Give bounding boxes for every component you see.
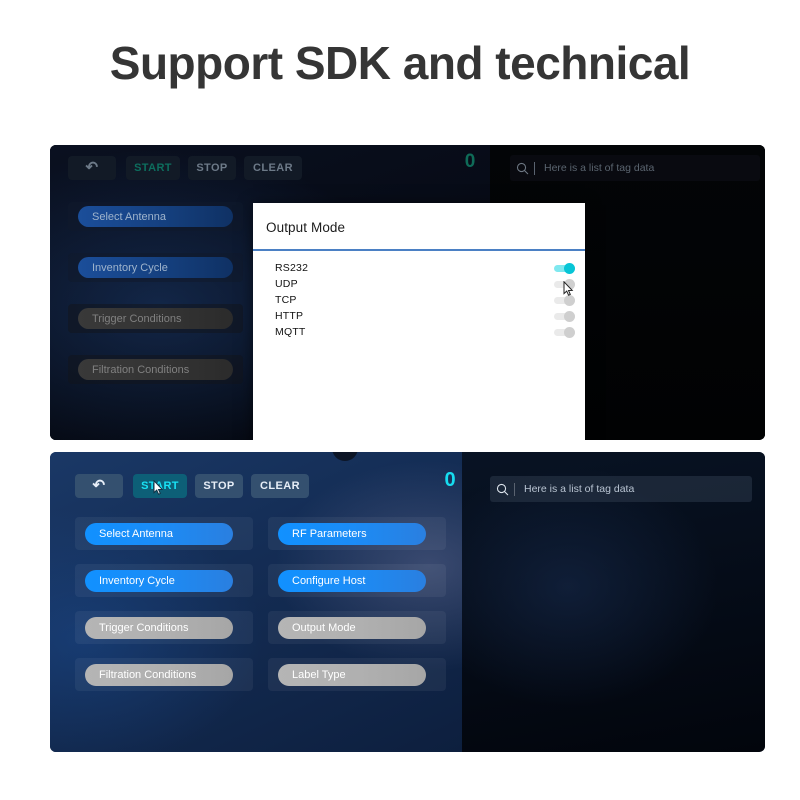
- menu-row: Label Type: [268, 658, 446, 691]
- menu-row: Trigger Conditions: [68, 304, 243, 333]
- tag-counter: 0: [444, 469, 456, 491]
- sidebar-item-label-type[interactable]: Label Type: [278, 664, 426, 686]
- menu-row: Inventory Cycle: [68, 253, 243, 282]
- clear-button[interactable]: CLEAR: [251, 474, 309, 498]
- toggle-udp[interactable]: [554, 278, 575, 290]
- menu-row: Output Mode: [268, 611, 446, 644]
- start-button[interactable]: START: [126, 156, 180, 180]
- output-mode-dialog: Output Mode RS232 UDP TCP HTTP MQTT: [253, 203, 585, 440]
- search-icon: [490, 483, 514, 496]
- menu-row: RF Parameters: [268, 517, 446, 550]
- option-label: HTTP: [275, 310, 304, 322]
- tag-search-bar[interactable]: Here is a list of tag data: [510, 155, 760, 181]
- option-label: MQTT: [275, 326, 306, 338]
- sidebar-item-trigger-conditions[interactable]: Trigger Conditions: [85, 617, 233, 639]
- tag-counter: 0: [464, 151, 476, 172]
- toggle-knob: [564, 310, 575, 322]
- back-arrow-icon: ↶: [92, 476, 106, 494]
- sidebar-item-select-antenna[interactable]: Select Antenna: [78, 206, 233, 227]
- toggle-knob: [564, 262, 575, 274]
- list-item[interactable]: RS232: [253, 260, 585, 276]
- toggle-knob: [564, 294, 575, 306]
- screenshot-root: Support SDK and technical ↶ START STOP C…: [0, 0, 800, 800]
- top-screenshot-panel: ↶ START STOP CLEAR 0 Here is a list of t…: [50, 145, 765, 440]
- toggle-http[interactable]: [554, 310, 575, 322]
- output-mode-option-list: RS232 UDP TCP HTTP MQTT: [253, 260, 585, 340]
- back-button[interactable]: ↶: [68, 156, 116, 180]
- back-arrow-icon: ↶: [85, 158, 99, 176]
- list-item[interactable]: UDP: [253, 276, 585, 292]
- toggle-mqtt[interactable]: [554, 326, 575, 338]
- clear-button[interactable]: CLEAR: [244, 156, 302, 180]
- menu-row: Trigger Conditions: [75, 611, 253, 644]
- dialog-title: Output Mode: [266, 220, 346, 235]
- option-label: RS232: [275, 262, 309, 274]
- dialog-divider: [253, 249, 585, 251]
- toggle-knob: [564, 278, 575, 290]
- toggle-knob: [564, 326, 575, 338]
- sidebar-item-rf-parameters[interactable]: RF Parameters: [278, 523, 426, 545]
- search-divider: [534, 161, 535, 175]
- list-item[interactable]: MQTT: [253, 324, 585, 340]
- search-divider: [514, 482, 515, 496]
- sidebar-item-inventory-cycle[interactable]: Inventory Cycle: [78, 257, 233, 278]
- stop-button[interactable]: STOP: [188, 156, 236, 180]
- sidebar-item-select-antenna[interactable]: Select Antenna: [85, 523, 233, 545]
- menu-row: Filtration Conditions: [75, 658, 253, 691]
- menu-row: Configure Host: [268, 564, 446, 597]
- toggle-rs232[interactable]: [554, 262, 575, 274]
- toggle-tcp[interactable]: [554, 294, 575, 306]
- bottom-screenshot-panel: ↶ START STOP CLEAR 0 Here is a list of t…: [50, 452, 765, 752]
- back-button[interactable]: ↶: [75, 474, 123, 498]
- search-placeholder: Here is a list of tag data: [524, 483, 635, 495]
- menu-row: Filtration Conditions: [68, 355, 243, 384]
- page-title: Support SDK and technical: [109, 37, 691, 89]
- menu-row: Select Antenna: [75, 517, 253, 550]
- search-icon: [510, 162, 534, 175]
- sidebar-item-filtration-conditions[interactable]: Filtration Conditions: [78, 359, 233, 380]
- search-placeholder: Here is a list of tag data: [544, 162, 655, 174]
- tag-search-bar[interactable]: Here is a list of tag data: [490, 476, 752, 502]
- sidebar-item-configure-host[interactable]: Configure Host: [278, 570, 426, 592]
- option-label: TCP: [275, 294, 297, 306]
- menu-row: Inventory Cycle: [75, 564, 253, 597]
- list-item[interactable]: HTTP: [253, 308, 585, 324]
- sidebar-item-output-mode[interactable]: Output Mode: [278, 617, 426, 639]
- start-button[interactable]: START: [133, 474, 187, 498]
- menu-row: Select Antenna: [68, 202, 243, 231]
- sidebar-item-filtration-conditions[interactable]: Filtration Conditions: [85, 664, 233, 686]
- list-item[interactable]: TCP: [253, 292, 585, 308]
- sidebar-item-trigger-conditions[interactable]: Trigger Conditions: [78, 308, 233, 329]
- sidebar-item-inventory-cycle[interactable]: Inventory Cycle: [85, 570, 233, 592]
- stop-button[interactable]: STOP: [195, 474, 243, 498]
- option-label: UDP: [275, 278, 298, 290]
